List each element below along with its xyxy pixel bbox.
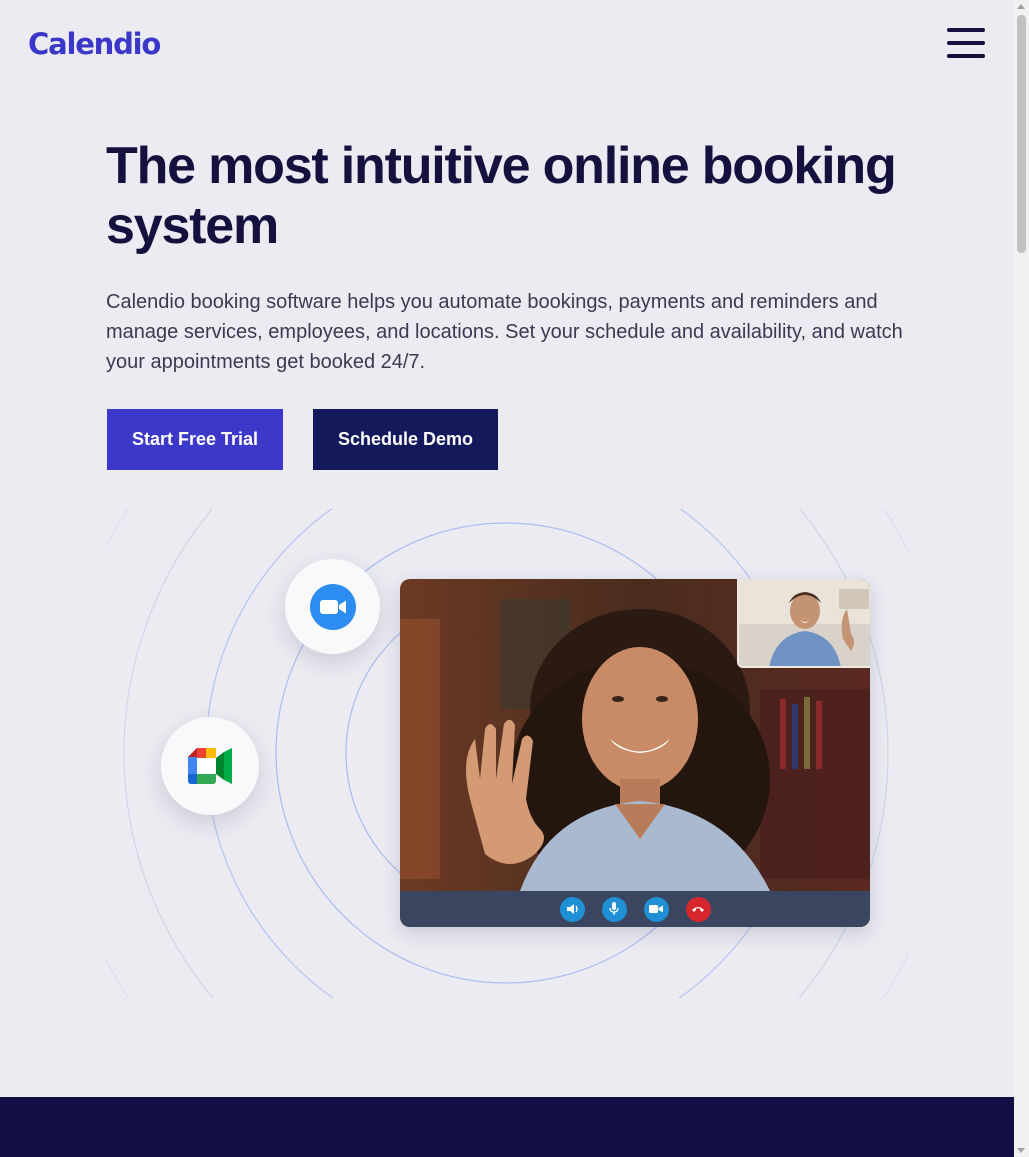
hero-title: The most intuitive online booking system	[106, 137, 897, 255]
self-view-thumbnail	[737, 579, 870, 668]
self-view-participant	[739, 579, 870, 666]
schedule-demo-button[interactable]: Schedule Demo	[313, 409, 498, 470]
camera-icon[interactable]	[643, 896, 669, 922]
zoom-bubble	[285, 559, 380, 654]
scrollbar-thumb[interactable]	[1017, 15, 1026, 253]
hamburger-menu-icon[interactable]	[947, 28, 985, 60]
google-meet-bubble	[161, 717, 259, 815]
hero-description: Calendio booking software helps you auto…	[106, 291, 903, 373]
dark-section-band	[0, 1097, 1014, 1157]
menu-bar	[947, 54, 985, 58]
microphone-icon[interactable]	[601, 896, 627, 922]
speaker-icon[interactable]	[559, 896, 585, 922]
scroll-down-arrow-icon[interactable]	[1017, 1148, 1025, 1153]
hang-up-icon[interactable]	[685, 896, 711, 922]
video-call-window	[400, 579, 870, 927]
menu-bar	[947, 41, 985, 45]
logo[interactable]: Calendio	[28, 27, 161, 61]
google-meet-icon	[188, 748, 232, 784]
vertical-scrollbar[interactable]	[1014, 0, 1029, 1157]
zoom-icon	[309, 583, 356, 630]
call-controls	[400, 891, 870, 927]
scroll-up-arrow-icon[interactable]	[1017, 4, 1025, 9]
start-free-trial-button[interactable]: Start Free Trial	[107, 409, 283, 470]
landing-page: Calendio The most intuitive online booki…	[0, 0, 1014, 1157]
menu-bar	[947, 28, 985, 32]
hero-illustration	[106, 509, 908, 998]
